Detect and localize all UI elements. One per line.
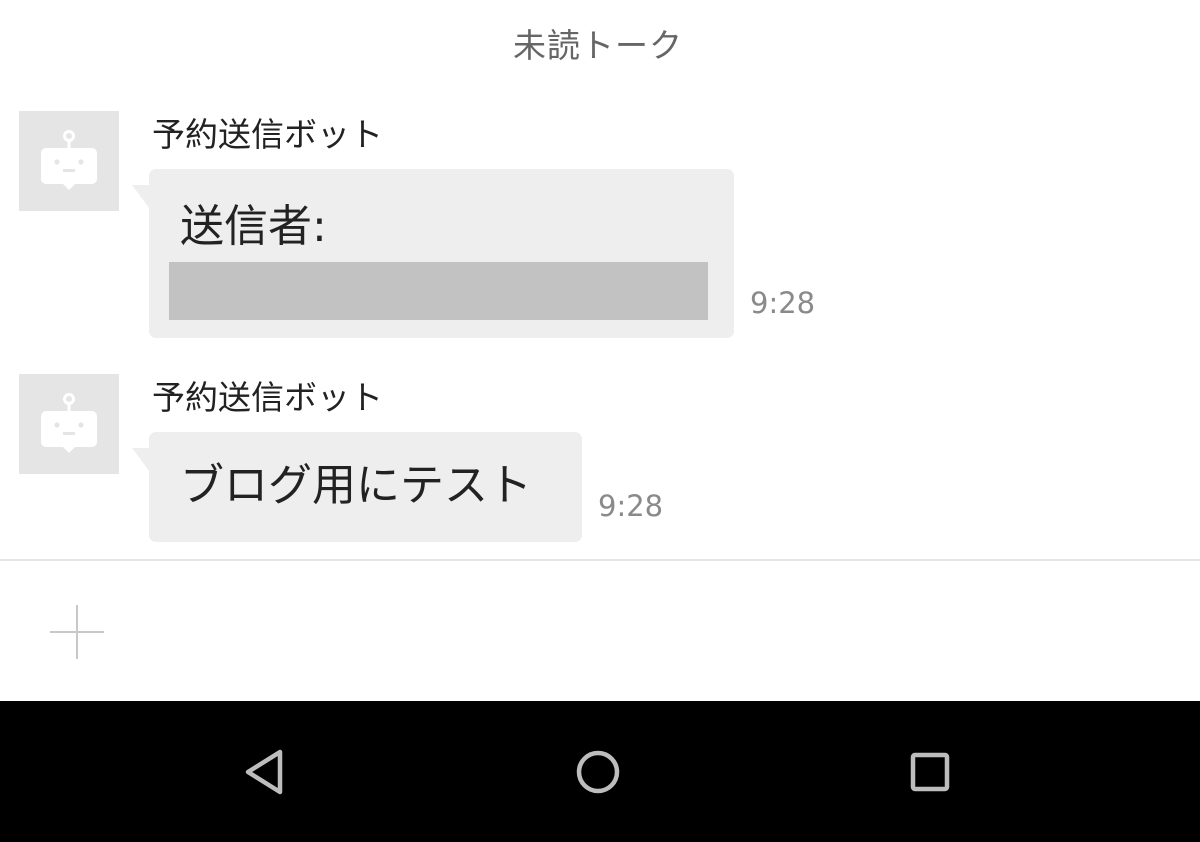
recents-square-icon [910, 752, 950, 792]
message-item: 予約送信ボット 送信者: 9:28 [0, 111, 1200, 341]
bubble-tail [132, 448, 150, 472]
plus-icon [50, 605, 104, 659]
robot-icon [41, 393, 97, 453]
message-text: 送信者: [180, 201, 327, 252]
system-navigation-bar [0, 701, 1200, 842]
sender-name: 予約送信ボット [152, 378, 383, 417]
bubble-tail [132, 185, 150, 209]
add-button[interactable] [46, 601, 108, 663]
back-button[interactable] [240, 746, 292, 798]
message-text: ブログ用にテスト [180, 460, 532, 511]
avatar[interactable] [19, 111, 119, 211]
header: 未読トーク [0, 0, 1200, 86]
message-time: 9:28 [598, 489, 664, 523]
message-item: 予約送信ボット ブログ用にテスト 9:28 [0, 374, 1200, 544]
home-circle-icon [576, 750, 620, 794]
input-bar [0, 561, 1200, 701]
message-bubble[interactable]: ブログ用にテスト [132, 432, 582, 542]
recents-button[interactable] [904, 746, 956, 798]
robot-icon [41, 130, 97, 190]
back-triangle-icon [245, 749, 283, 795]
message-time: 9:28 [750, 286, 816, 320]
sender-name: 予約送信ボット [152, 115, 383, 154]
message-bubble[interactable]: 送信者: [132, 169, 734, 338]
page-title: 未読トーク [513, 26, 683, 65]
redacted-block [169, 262, 708, 320]
avatar[interactable] [19, 374, 119, 474]
home-button[interactable] [572, 746, 624, 798]
chat-screen: 未読トーク 予約送信ボット 送信者: 9:28 予約送信ボット ブログ用にテスト… [0, 0, 1200, 842]
